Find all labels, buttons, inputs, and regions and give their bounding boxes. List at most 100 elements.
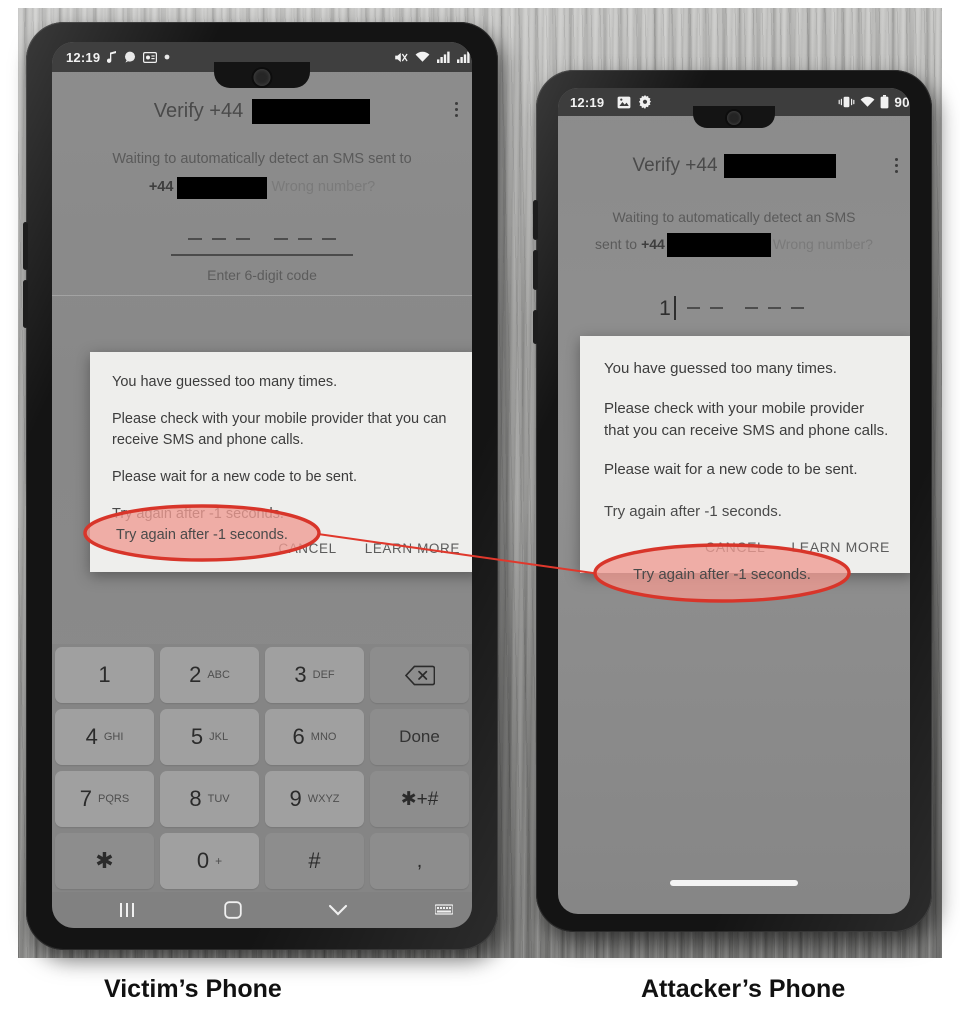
attacker-cancel-button[interactable]: CANCEL [705, 539, 765, 555]
victim-volume-down-button[interactable] [23, 280, 28, 328]
backspace-icon[interactable] [370, 647, 469, 703]
attacker-code-dashes: 1 [558, 296, 910, 320]
key-8[interactable]: 8 TUV [160, 771, 259, 827]
attacker-country-prefix: +44 [641, 236, 665, 253]
chat-bubble-icon [124, 51, 136, 63]
key-symbols[interactable]: ✱+# [370, 771, 469, 827]
key-7[interactable]: 7 PQRS [55, 771, 154, 827]
attacker-entered-digit: 1 [659, 296, 671, 320]
attacker-status-time: 12:19 [570, 94, 605, 110]
attacker-phone-screen: 12:19 90 Verify +44 Waiting to automatic… [558, 88, 910, 914]
key-1[interactable]: 1 [55, 647, 154, 703]
attacker-volume-down-button[interactable] [533, 250, 538, 290]
victim-status-time: 12:19 [66, 49, 101, 65]
victim-front-camera [253, 69, 271, 86]
key-star[interactable]: ✱ [55, 833, 154, 889]
key-5[interactable]: 5 JKL [160, 709, 259, 765]
victim-divider [52, 295, 472, 296]
attacker-home-gesture-pill[interactable] [670, 880, 798, 886]
victim-country-prefix: +44 [148, 178, 174, 195]
attacker-dialog-para-1: You have guessed too many times. [604, 360, 837, 377]
key-3[interactable]: 3 DEF [265, 647, 364, 703]
victim-cancel-button[interactable]: CANCEL [278, 541, 336, 556]
victim-error-dialog: You have guessed too many times. Please … [90, 352, 472, 573]
attacker-status-right: 90% [838, 95, 910, 110]
victim-dialog-para-1: You have guessed too many times. [112, 374, 338, 390]
attacker-waiting-line2-prefix: sent to [595, 236, 638, 253]
key-comma[interactable]: , [370, 833, 469, 889]
victim-code-underline [171, 254, 353, 256]
wifi-icon [860, 96, 875, 108]
key-0[interactable]: 0 + [160, 833, 259, 889]
music-note-icon [107, 51, 117, 63]
victim-redacted-phone-number-title [252, 98, 371, 124]
attacker-power-button[interactable] [533, 310, 538, 344]
notification-dot-icon [164, 54, 170, 60]
key-9[interactable]: 9 WXYZ [265, 771, 364, 827]
image-icon [617, 96, 631, 109]
attacker-learn-more-button[interactable]: LEARN MORE [791, 539, 890, 555]
victim-numeric-keypad: 1 2 ABC 3 DEF 4 GHI 5 JKL 6 MNO Done 7 PQRS 8T… [52, 644, 472, 892]
signal-sim2-icon [457, 51, 470, 63]
attacker-redacted-phone-number-body [666, 232, 771, 257]
attacker-dialog-countdown-text: Try again after -1 seconds. [604, 503, 782, 520]
victim-volume-up-button[interactable] [23, 222, 28, 270]
attacker-dialog-para-3: Please wait for a new code to be sent. [604, 461, 858, 479]
attacker-error-dialog: You have guessed too many times. Please … [580, 336, 910, 573]
key-2[interactable]: 2 ABC [160, 647, 259, 703]
key-hash[interactable]: # [265, 833, 364, 889]
attacker-waiting-text: Waiting to automatically detect an SMS s… [558, 208, 910, 257]
figure-root: 12:19 Verify +44 Waiting to automaticall… [0, 0, 960, 1020]
victim-status-right [394, 50, 472, 64]
key-6[interactable]: 6 MNO [265, 709, 364, 765]
hide-keyboard-icon[interactable] [434, 903, 453, 917]
attacker-waiting-line1: Waiting to automatically detect an SMS [612, 209, 856, 225]
done-button[interactable]: Done [370, 709, 469, 765]
battery-percent-label: 90% [894, 94, 910, 110]
attacker-code-entry-area[interactable]: 1 [558, 296, 910, 320]
battery-icon [880, 95, 889, 109]
caption-victim-phone: Victim’s Phone [104, 975, 282, 1003]
key-4[interactable]: 4 GHI [55, 709, 154, 765]
victim-waiting-text: Waiting to automatically detect an SMS s… [52, 150, 472, 199]
victim-number-row: +44 Wrong number? [52, 176, 472, 199]
attacker-number-row: sent to +44 Wrong number? [558, 232, 910, 257]
victim-waiting-line1: Waiting to automatically detect an SMS s… [112, 151, 412, 167]
attacker-app-bar-title: Verify +44 [632, 155, 718, 176]
victim-learn-more-button[interactable]: LEARN MORE [365, 541, 460, 556]
gear-icon [638, 95, 652, 109]
attacker-status-left: 12:19 [570, 95, 652, 110]
caption-attacker-phone: Attacker’s Phone [641, 975, 846, 1003]
attacker-app-bar: Verify +44 [558, 150, 910, 182]
victim-status-left: 12:19 [66, 50, 170, 65]
mute-icon [394, 51, 408, 64]
victim-app-bar-title: Verify +44 [153, 99, 244, 122]
victim-phone-screen: 12:19 Verify +44 Waiting to automaticall… [52, 42, 472, 928]
victim-code-entry-area[interactable]: Enter 6-digit code [52, 238, 472, 296]
victim-wrong-number-link[interactable]: Wrong number? [271, 178, 375, 198]
attacker-dialog-actions: CANCEL LEARN MORE [604, 539, 890, 561]
attacker-phone-device: 12:19 90 Verify +44 Waiting to automatic… [533, 70, 932, 932]
victim-dialog-para-2: Please check with your mobile provider t… [112, 411, 447, 449]
attacker-redacted-phone-number-title [723, 154, 836, 178]
vibrate-icon [838, 96, 855, 108]
victim-phone-device: 12:19 Verify +44 Waiting to automaticall… [23, 22, 498, 950]
victim-dialog-para-3: Please wait for a new code to be sent. [112, 469, 358, 486]
victim-dialog-actions: CANCEL LEARN MORE [112, 541, 460, 562]
victim-redacted-phone-number-body [177, 176, 268, 199]
attacker-wrong-number-link[interactable]: Wrong number? [773, 235, 873, 254]
signal-sim1-icon [437, 51, 450, 63]
victim-navigation-bar [52, 892, 472, 928]
attacker-front-camera [727, 111, 741, 125]
media-player-icon [143, 51, 158, 63]
attacker-dialog-para-2: Please check with your mobile provider t… [604, 399, 889, 439]
victim-code-dashes [52, 238, 472, 240]
victim-app-bar: Verify +44 [52, 94, 472, 128]
attacker-volume-up-button[interactable] [533, 200, 538, 240]
back-chevron-icon[interactable] [328, 904, 348, 917]
wifi-icon [415, 51, 430, 63]
victim-code-hint: Enter 6-digit code [207, 267, 317, 283]
home-icon[interactable] [224, 901, 242, 919]
recents-icon[interactable] [119, 902, 137, 918]
attacker-text-caret [673, 296, 676, 320]
